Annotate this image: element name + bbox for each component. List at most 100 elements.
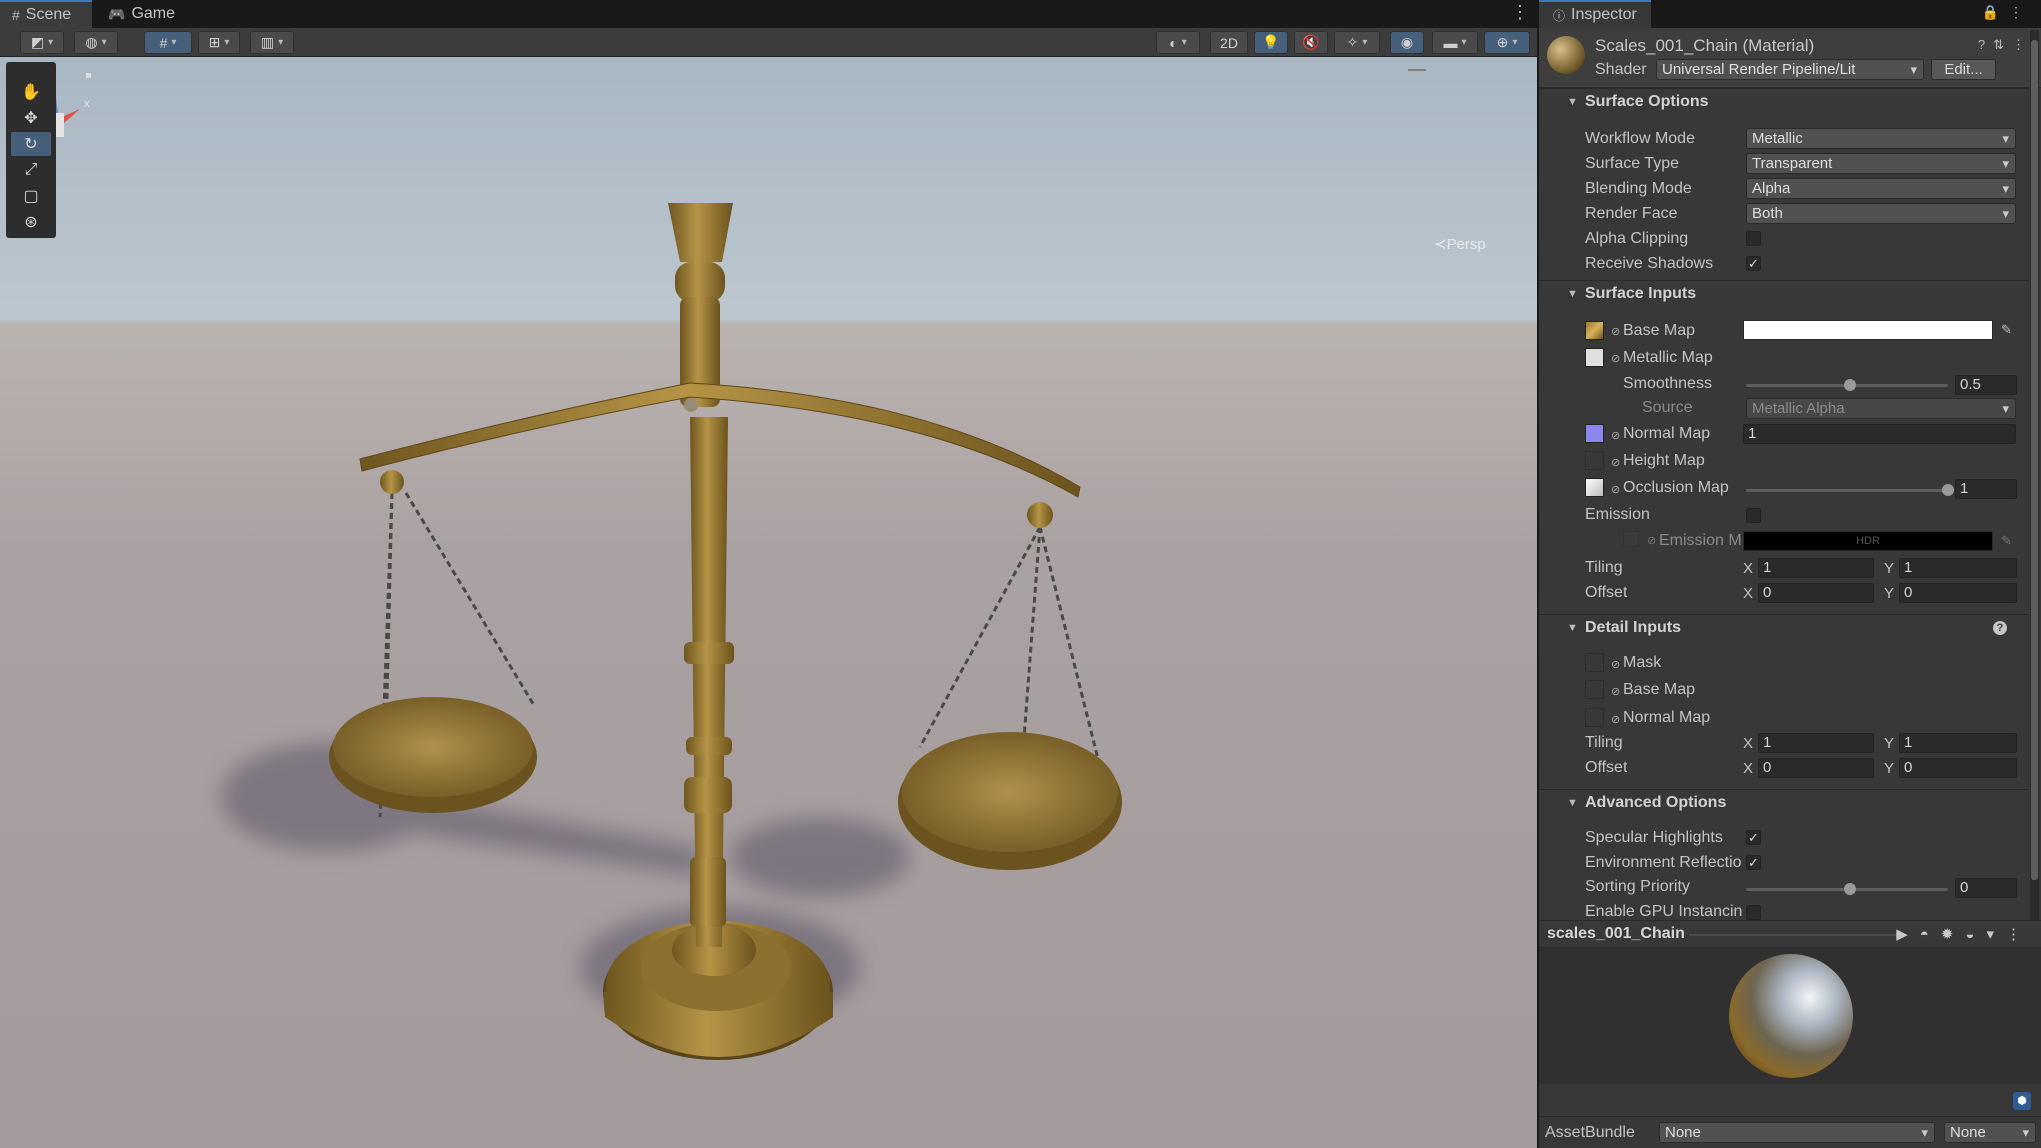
sorting-priority-slider-knob[interactable] [1844,883,1856,895]
kebab-menu-icon[interactable]: ⋮ [2006,926,2033,943]
base-map-texture[interactable] [1585,321,1604,340]
preview-drag-handle[interactable] [1689,934,1899,936]
help-icon[interactable]: ? [1978,37,1993,52]
camera-button[interactable]: ▬ ▾ [1432,31,1478,54]
section-surface-inputs[interactable]: ▼ Surface Inputs [1539,280,2029,306]
label-tag-icon[interactable]: ⬢ [2013,1092,2031,1110]
occlusion-map-texture[interactable] [1585,478,1604,497]
detail-offset-x-input[interactable]: 0 [1758,758,1874,778]
rotate-tool[interactable]: ↻ [11,132,51,156]
sphere-icon[interactable]: ◓ [1920,926,1941,943]
global-local-button[interactable]: ◍ ▾ [74,31,118,54]
lock-icon[interactable]: 🔒 [1982,4,2009,20]
detail-mask-texture[interactable] [1585,653,1604,672]
scrollbar-thumb[interactable] [2031,40,2038,880]
tiling-y-input[interactable]: 1 [1899,558,2017,578]
detail-base-map-texture[interactable] [1585,680,1604,699]
blending-mode-dropdown[interactable]: Alpha [1746,178,2016,199]
edit-shader-button[interactable]: Edit... [1931,59,1996,80]
tab-inspector[interactable]: ⓘ Inspector [1539,0,1651,28]
gizmo-x-axis[interactable] [62,109,80,123]
surface-type-dropdown[interactable]: Transparent [1746,153,2016,174]
kebab-menu-icon[interactable]: ⋮ [1511,2,1529,23]
occlusion-slider-knob[interactable] [1942,484,1954,496]
detail-tiling-x-input[interactable]: 1 [1758,733,1874,753]
workflow-mode-dropdown[interactable]: Metallic [1746,128,2016,149]
gizmos-button[interactable]: ⊕ ▾ [1484,31,1530,54]
sorting-priority-input[interactable]: 0 [1955,878,2017,898]
assetbundle-variant-dropdown[interactable]: None [1944,1122,2036,1143]
detail-mask-label: Mask [1623,654,1662,671]
workflow-mode-label: Workflow Mode [1585,130,1695,147]
detail-normal-map-texture[interactable] [1585,708,1604,727]
draw-mode-button[interactable]: ◩ ▾ [20,31,64,54]
audio-toggle[interactable]: 🔇 [1294,31,1328,54]
occlusion-slider-track[interactable] [1746,489,1948,492]
render-face-dropdown[interactable]: Both [1746,203,2016,224]
left-hook [380,470,404,494]
eyedropper-icon[interactable]: ✎ [2001,322,2012,338]
preview-header[interactable]: scales_001_Chain ▶◓✹◒▾⋮ [1539,920,2041,948]
metallic-map-texture[interactable] [1585,348,1604,367]
eyedropper-icon[interactable]: ✎ [2001,533,2012,549]
inspector-scrollbar[interactable] [2030,30,2039,920]
material-preview[interactable] [1539,948,2041,1084]
rect-tool[interactable]: ▢ [11,184,51,208]
emission-checkbox[interactable] [1746,508,1761,523]
gizmo-lock-icon[interactable] [86,73,91,78]
grid-snap-button[interactable]: # ▾ [144,31,192,54]
tab-scene[interactable]: # Scene [0,0,92,28]
effects-button[interactable]: ✧ ▾ [1334,31,1380,54]
ruler-button[interactable]: ▥ ▾ [250,31,294,54]
transform-icon: ⊛ [24,214,38,231]
emission-color[interactable]: HDR [1743,531,1993,551]
tiling-x-input[interactable]: 1 [1758,558,1874,578]
base-map-color[interactable] [1743,320,1993,340]
section-surface-options[interactable]: ▼ Surface Options [1539,88,2029,114]
help-icon[interactable]: ? [1993,620,2007,635]
overlay-drag-handle[interactable] [1408,69,1426,71]
kebab-menu-icon[interactable]: ⋮ [2009,4,2033,20]
move-tool[interactable]: ✥ [11,106,51,130]
offset-y-input[interactable]: 0 [1899,583,2017,603]
offset-x-input[interactable]: 0 [1758,583,1874,603]
scale-model[interactable] [0,57,1537,1148]
height-map-texture[interactable] [1585,451,1604,470]
hand-tool[interactable]: ✋ [11,80,51,104]
specular-highlights-checkbox[interactable]: ✓ [1746,830,1761,845]
preset-icon[interactable]: ⇅ [1993,37,2012,52]
inspector-tab-controls[interactable]: 🔒⋮ [1982,4,2033,21]
toggle-2d-button[interactable]: 2D [1210,31,1248,54]
info-icon: ⓘ [1553,8,1566,23]
visibility-toggle[interactable]: ◉ [1390,31,1424,54]
projection-label[interactable]: ≺Persp [1434,235,1486,253]
normal-scale-input[interactable]: 1 [1743,424,2016,444]
mesh-dropdown-icon[interactable]: ◒▾ [1965,926,2006,943]
source-dropdown[interactable]: Metallic Alpha [1746,398,2016,419]
detail-offset-y-input[interactable]: 0 [1899,758,2017,778]
light-icon[interactable]: ✹ [1941,926,1966,943]
emission-map-texture[interactable] [1623,531,1639,547]
lighting-toggle[interactable]: 💡 [1254,31,1288,54]
alpha-clipping-checkbox[interactable] [1746,231,1761,246]
assetbundle-dropdown[interactable]: None [1659,1122,1935,1143]
environment-reflections-checkbox[interactable]: ✓ [1746,855,1761,870]
normal-map-texture[interactable] [1585,424,1604,443]
play-icon[interactable]: ▶ [1896,926,1920,943]
gpu-instancing-checkbox[interactable] [1746,905,1761,920]
smoothness-slider-knob[interactable] [1844,379,1856,391]
transform-tool[interactable]: ⊛ [11,210,51,234]
section-advanced-options[interactable]: ▼ Advanced Options [1539,789,2029,815]
occlusion-input[interactable]: 1 [1955,479,2017,499]
scale-tool[interactable]: ⤢ [11,158,51,182]
preview-sphere[interactable] [1729,954,1853,1078]
detail-tiling-y-input[interactable]: 1 [1899,733,2017,753]
receive-shadows-checkbox[interactable]: ✓ [1746,256,1761,271]
scene-viewport[interactable]: y x ≺Persp [0,57,1537,1148]
shader-dropdown[interactable]: Universal Render Pipeline/Lit [1656,59,1924,80]
snap-increment-button[interactable]: ⊞ ▾ [198,31,240,54]
tab-game[interactable]: 🎮 Game [96,0,182,28]
smoothness-input[interactable]: 0.5 [1955,375,2017,395]
section-detail-inputs[interactable]: ▼ Detail Inputs ? [1539,614,2029,640]
render-mode-button[interactable]: ◐ ▾ [1156,31,1200,54]
